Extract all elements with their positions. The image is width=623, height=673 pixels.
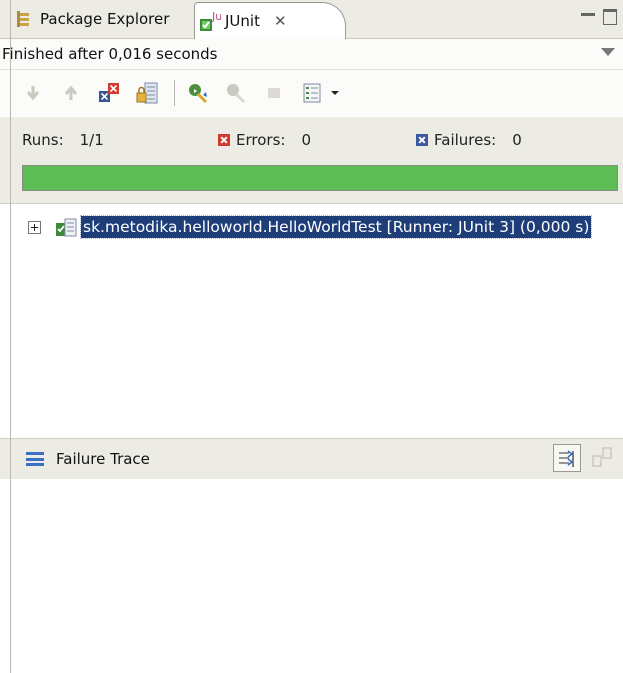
maximize-icon[interactable]	[603, 9, 617, 25]
view-tab-bar: Package Explorer Ju JUnit ✕	[0, 0, 623, 39]
test-tree[interactable]: sk.metodika.helloworld.HelloWorldTest [R…	[0, 204, 623, 438]
runs-value: 1/1	[79, 131, 104, 149]
tree-row[interactable]: sk.metodika.helloworld.HelloWorldTest [R…	[28, 214, 593, 240]
stop-icon[interactable]	[261, 80, 287, 106]
junit-view: Package Explorer Ju JUnit ✕ Finished aft…	[0, 0, 623, 673]
failure-trace-toolbar	[553, 444, 617, 472]
rerun-test-icon[interactable]	[185, 80, 211, 106]
test-suite-label[interactable]: sk.metodika.helloworld.HelloWorldTest [R…	[79, 215, 593, 239]
close-icon[interactable]: ✕	[274, 12, 287, 30]
compare-result-icon[interactable]	[589, 444, 617, 472]
test-run-history-icon[interactable]	[299, 80, 325, 106]
test-counters: Runs: 1/1 Errors: 0 Failures: 0	[0, 117, 623, 163]
tab-package-explorer[interactable]: Package Explorer	[10, 2, 192, 36]
previous-failure-icon[interactable]	[58, 80, 84, 106]
next-failure-icon[interactable]	[20, 80, 46, 106]
errors-counter: Errors: 0	[218, 131, 311, 149]
progress-bar	[22, 165, 618, 191]
rerun-failed-first-icon[interactable]	[223, 80, 249, 106]
stack-trace-icon	[26, 452, 44, 466]
error-icon	[218, 134, 230, 146]
failures-label: Failures:	[434, 131, 497, 149]
test-suite-success-icon	[55, 216, 77, 238]
failure-trace-title: Failure Trace	[56, 450, 150, 468]
scroll-lock-icon[interactable]	[134, 80, 160, 106]
status-line: Finished after 0,016 seconds	[0, 39, 623, 70]
tab-label: JUnit	[225, 12, 260, 30]
window-controls	[581, 6, 617, 28]
filter-stack-trace-icon[interactable]	[553, 444, 581, 472]
package-explorer-icon	[14, 9, 34, 29]
tab-junit[interactable]: Ju JUnit ✕	[194, 2, 346, 39]
progress-area	[0, 163, 623, 204]
failure-trace-area[interactable]	[0, 479, 623, 673]
toolbar-separator	[174, 80, 175, 106]
failures-value: 0	[512, 131, 522, 149]
failures-counter: Failures: 0	[416, 131, 522, 149]
errors-label: Errors:	[236, 131, 286, 149]
minimize-icon[interactable]	[581, 12, 595, 16]
tab-label: Package Explorer	[40, 10, 170, 28]
junit-toolbar	[0, 70, 623, 116]
svg-text:Ju: Ju	[211, 11, 221, 23]
runs-counter: Runs: 1/1	[22, 131, 104, 149]
runs-label: Runs:	[22, 131, 64, 149]
progress-fill	[23, 166, 617, 190]
failure-trace-header: Failure Trace	[0, 438, 623, 480]
junit-icon: Ju	[199, 10, 222, 31]
errors-value: 0	[301, 131, 311, 149]
expand-icon[interactable]	[28, 220, 41, 234]
run-status-text: Finished after 0,016 seconds	[2, 45, 218, 63]
view-menu-icon[interactable]	[601, 48, 615, 56]
view-left-border	[10, 0, 11, 673]
failure-icon	[416, 134, 428, 146]
history-dropdown-icon[interactable]	[329, 80, 341, 106]
show-failures-only-icon[interactable]	[96, 80, 122, 106]
